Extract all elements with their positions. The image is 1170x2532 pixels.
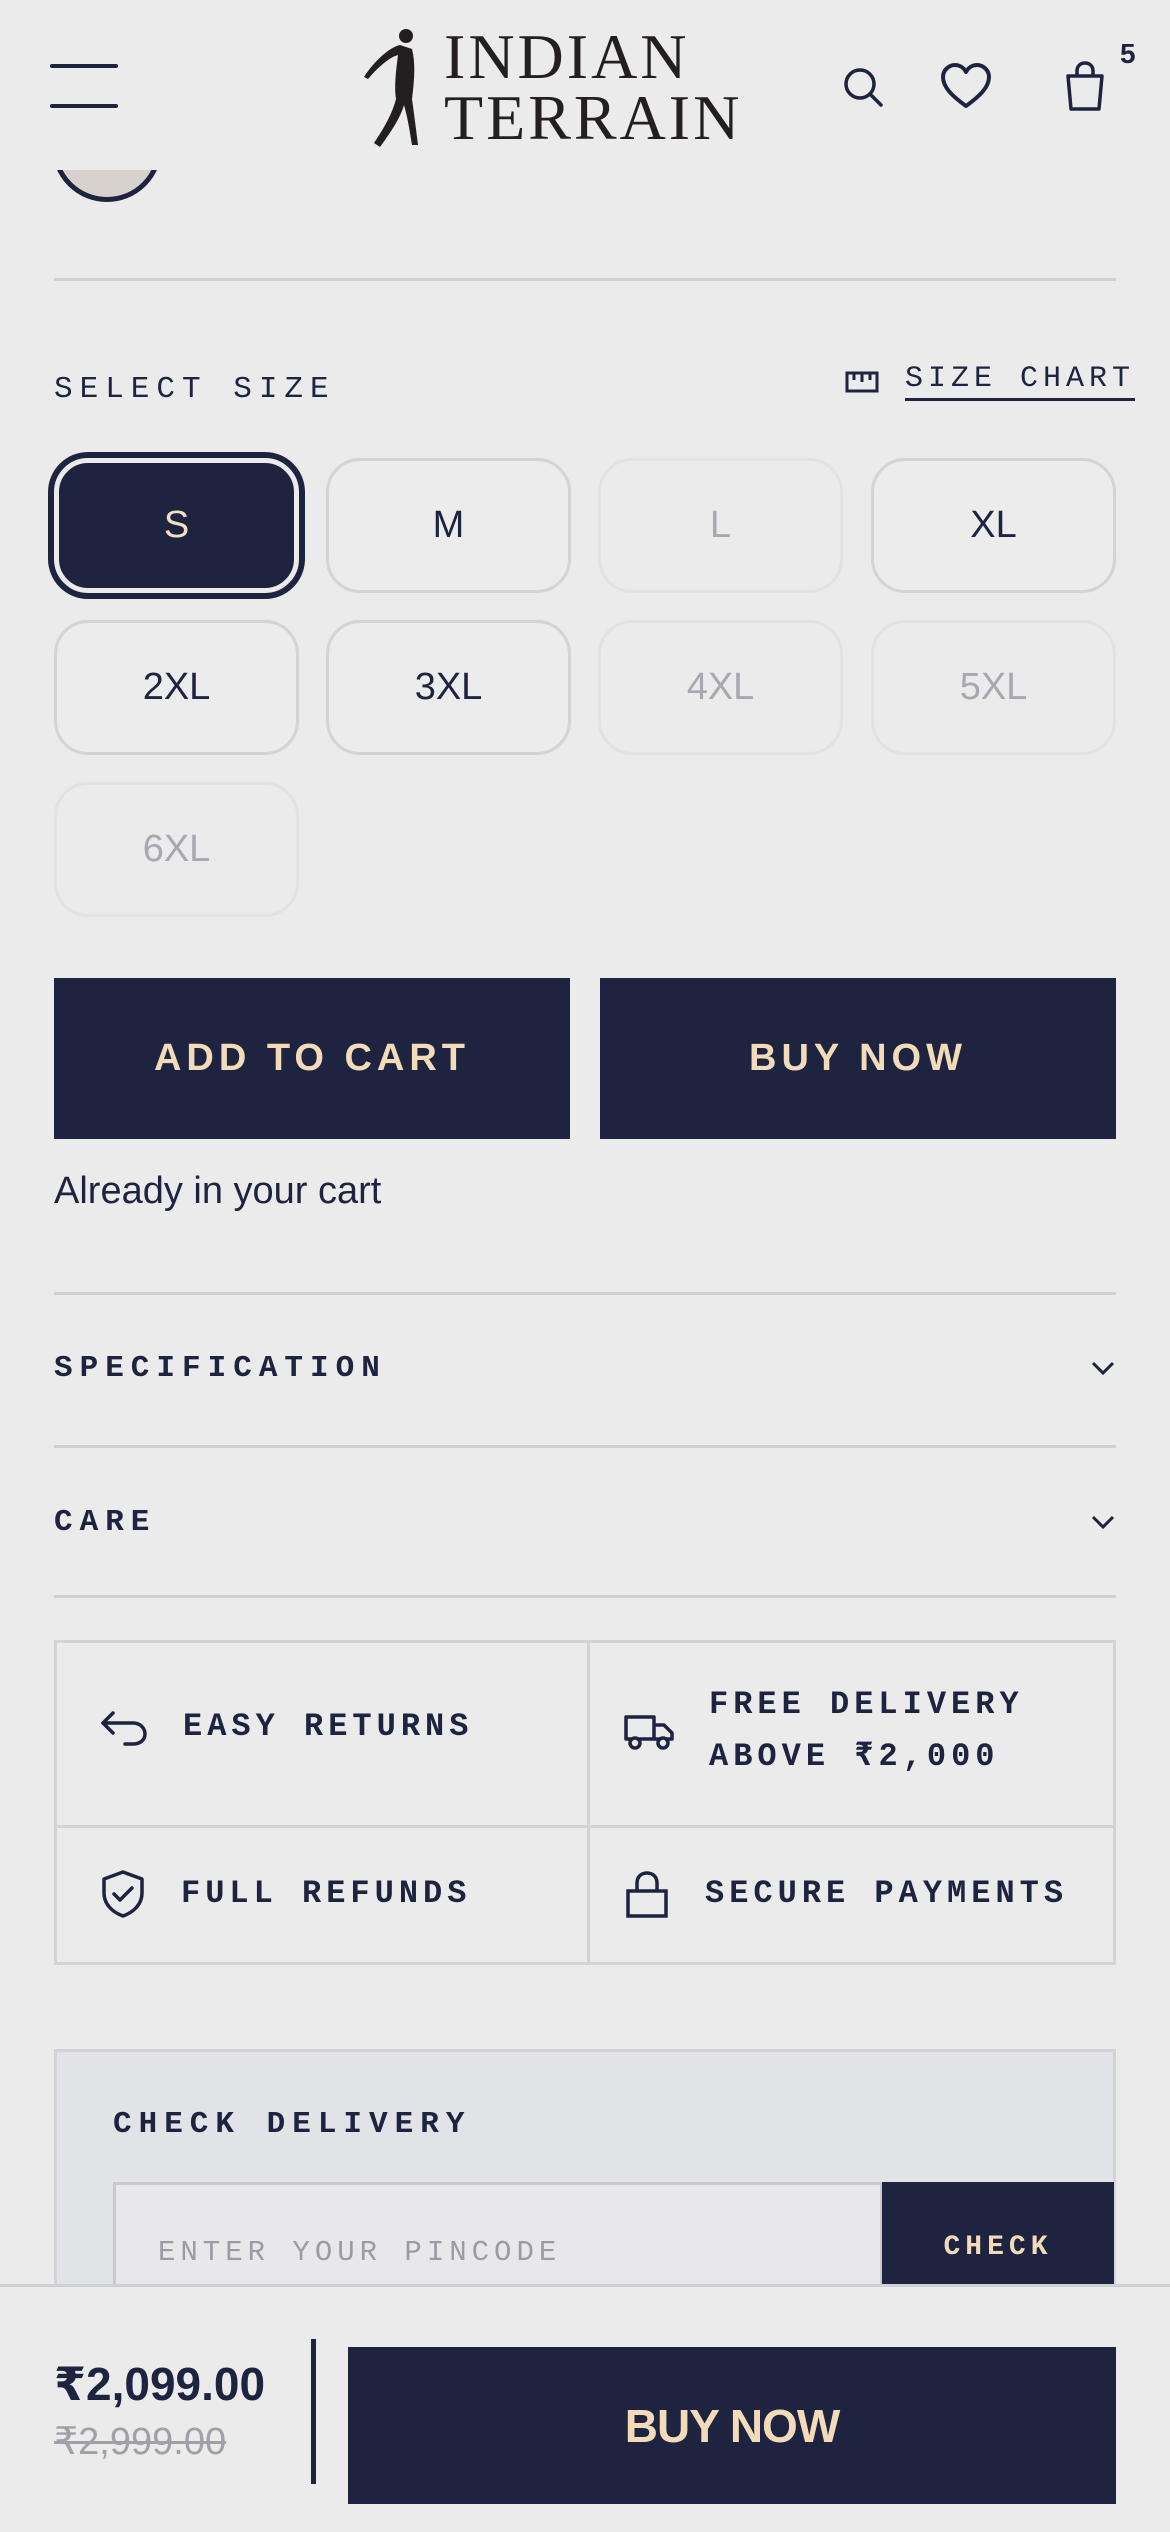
feature-label: FREE DELIVERY ABOVE ₹2,000 — [709, 1679, 1024, 1783]
size-option-6xl[interactable]: 6XL — [54, 782, 299, 917]
logo-wordmark: INDIAN TERRAIN — [444, 21, 743, 153]
shield-check-icon — [102, 1870, 144, 1918]
chevron-down-icon — [1091, 1515, 1115, 1530]
size-option-5xl[interactable]: 5XL — [871, 620, 1116, 755]
lock-icon — [626, 1871, 668, 1918]
size-option-4xl[interactable]: 4XL — [598, 620, 843, 755]
cart-status-note: Already in your cart — [54, 1170, 382, 1212]
sale-price: ₹2,099.00 — [54, 2358, 266, 2410]
bag-icon[interactable] — [1064, 60, 1106, 112]
divider — [311, 2339, 316, 2484]
feature-easy-returns: EASY RETURNS — [99, 1701, 473, 1753]
accordion-specification[interactable]: SPECIFICATION — [54, 1338, 1116, 1398]
feature-line-2: ABOVE ₹2,000 — [709, 1738, 1000, 1775]
menu-icon[interactable] — [50, 64, 118, 110]
buy-now-button[interactable]: BUY NOW — [600, 978, 1116, 1139]
select-size-label: SELECT SIZE — [54, 372, 336, 407]
chevron-down-icon — [1091, 1361, 1115, 1376]
feature-secure-payments: SECURE PAYMENTS — [623, 1868, 1068, 1920]
heart-icon[interactable] — [940, 62, 992, 110]
size-option-l[interactable]: L — [598, 458, 843, 593]
check-delivery-title: CHECK DELIVERY — [113, 2107, 472, 2142]
logo-figure-icon — [364, 29, 418, 147]
accordion-label: SPECIFICATION — [54, 1350, 387, 1386]
original-price: ₹2,999.00 — [54, 2421, 227, 2463]
size-option-3xl[interactable]: 3XL — [326, 620, 571, 755]
cart-count-badge: 5 — [1120, 38, 1136, 69]
size-chart-link[interactable]: SIZE CHART — [845, 362, 1136, 401]
brand-logo[interactable]: INDIAN TERRAIN — [360, 24, 742, 152]
feature-label: FULL REFUNDS — [181, 1875, 472, 1912]
logo-line-2: TERRAIN — [444, 82, 743, 153]
ruler-icon — [845, 371, 879, 392]
divider — [54, 1292, 1116, 1295]
size-chart-label: SIZE CHART — [905, 362, 1136, 401]
divider — [54, 1595, 1116, 1598]
size-option-xl[interactable]: XL — [871, 458, 1116, 593]
sticky-buy-bar: ₹2,099.00 ₹2,999.00 BUY NOW — [0, 2284, 1170, 2532]
feature-full-refunds: FULL REFUNDS — [99, 1868, 471, 1920]
feature-label: EASY RETURNS — [183, 1708, 474, 1745]
delivery-truck-icon — [624, 1715, 674, 1750]
feature-label: SECURE PAYMENTS — [705, 1875, 1069, 1912]
size-option-s[interactable]: S — [54, 458, 299, 593]
divider — [54, 1445, 1116, 1448]
size-option-2xl[interactable]: 2XL — [54, 620, 299, 755]
feature-free-delivery: FREE DELIVERY ABOVE ₹2,000 — [623, 1679, 1024, 1783]
divider — [54, 278, 1116, 281]
size-option-m[interactable]: M — [326, 458, 571, 593]
feature-line-1: FREE DELIVERY — [709, 1686, 1024, 1723]
accordion-care[interactable]: CARE — [54, 1492, 1116, 1552]
search-icon[interactable] — [842, 66, 884, 108]
return-arrow-icon — [101, 1711, 147, 1746]
top-header: INDIAN TERRAIN 5 — [0, 0, 1170, 170]
logo-line-1: INDIAN — [444, 21, 690, 93]
service-features-grid: EASY RETURNS FREE DELIVERY ABOVE ₹2,000 … — [54, 1640, 1116, 1965]
sticky-buy-now-button[interactable]: BUY NOW — [348, 2347, 1116, 2504]
add-to-cart-button[interactable]: ADD TO CART — [54, 978, 570, 1139]
accordion-label: CARE — [54, 1504, 157, 1540]
